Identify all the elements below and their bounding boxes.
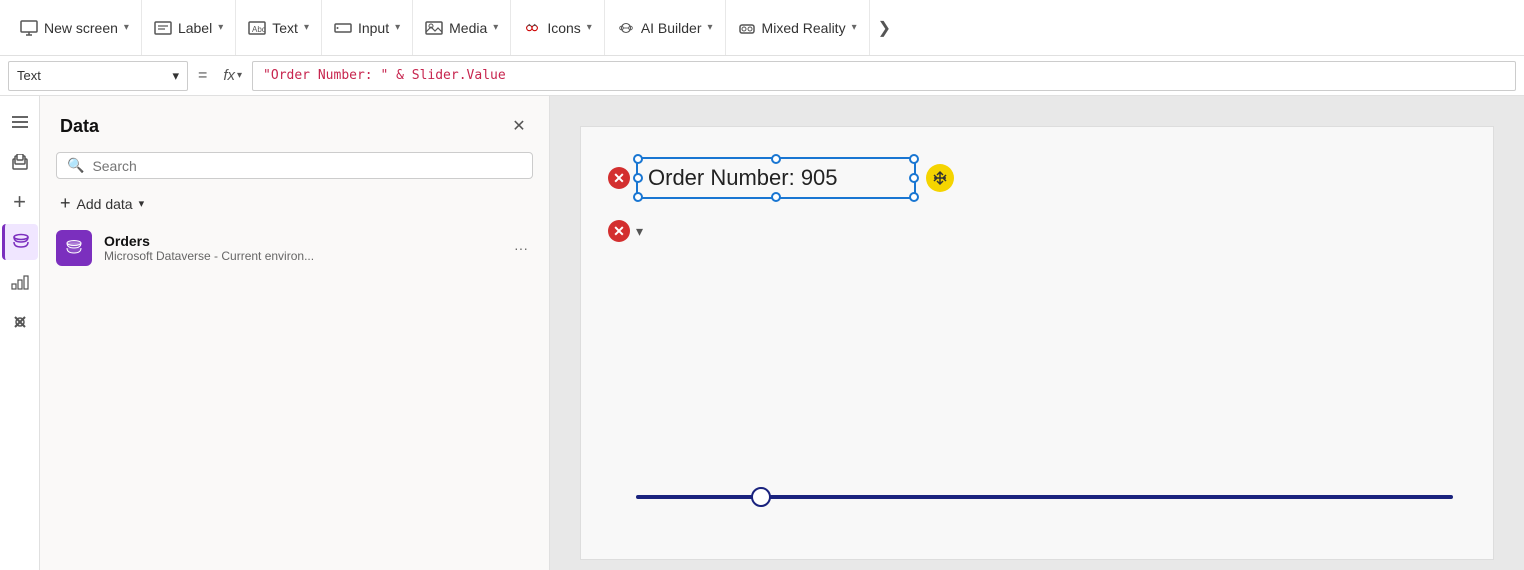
move-cursor-indicator[interactable] xyxy=(926,164,954,192)
mixed-reality-icon xyxy=(738,19,756,37)
property-value: Text xyxy=(17,68,41,83)
element-dropdown-arrow[interactable]: ▾ xyxy=(636,223,643,240)
input-caret: ▾ xyxy=(395,22,400,33)
data-panel-close-button[interactable]: ✕ xyxy=(505,112,533,140)
property-selector[interactable]: Text ▾ xyxy=(8,61,188,91)
mixed-reality-button[interactable]: Mixed Reality ▾ xyxy=(726,0,870,55)
search-icon: 🔍 xyxy=(67,157,84,174)
data-panel-header: Data ✕ xyxy=(40,96,549,148)
search-input[interactable] xyxy=(92,158,522,174)
tools-button[interactable] xyxy=(2,304,38,340)
input-label: Input xyxy=(358,20,389,36)
charts-button[interactable] xyxy=(2,264,38,300)
slider-track xyxy=(636,495,1453,499)
icons-button[interactable]: Icons ▾ xyxy=(511,0,605,55)
canvas-area: ✕ Order Number: 905 xyxy=(550,96,1524,570)
orders-info: Orders Microsoft Dataverse - Current env… xyxy=(104,233,497,263)
resize-handle-tc[interactable] xyxy=(771,154,781,164)
sidebar-icons: + xyxy=(0,96,40,570)
ai-builder-caret: ▾ xyxy=(708,22,713,33)
resize-handle-bc[interactable] xyxy=(771,192,781,202)
label-button[interactable]: Label ▾ xyxy=(142,0,236,55)
input-icon xyxy=(334,19,352,37)
overflow-icon: ❯ xyxy=(878,18,891,38)
data-panel-button[interactable] xyxy=(2,224,38,260)
text-caret: ▾ xyxy=(304,22,309,33)
canvas-background: ✕ Order Number: 905 xyxy=(580,126,1494,560)
search-box[interactable]: 🔍 xyxy=(56,152,533,179)
resize-handle-bl[interactable] xyxy=(633,192,643,202)
toolbar-overflow-button[interactable]: ❯ xyxy=(870,18,899,38)
text-icon: Abc xyxy=(248,19,266,37)
formula-bar: Text ▾ = fx ▾ xyxy=(0,56,1524,96)
media-icon xyxy=(425,19,443,37)
formula-input[interactable] xyxy=(252,61,1516,91)
screen-icon xyxy=(20,19,38,37)
label-label: Label xyxy=(178,20,212,36)
resize-handle-tr[interactable] xyxy=(909,154,919,164)
text-element[interactable]: Order Number: 905 xyxy=(636,157,916,199)
orders-data-source[interactable]: Orders Microsoft Dataverse - Current env… xyxy=(40,220,549,276)
media-label: Media xyxy=(449,20,487,36)
fx-icon: fx xyxy=(223,67,235,84)
error-badge-2[interactable]: ✕ xyxy=(608,220,630,242)
ai-builder-icon xyxy=(617,19,635,37)
data-panel-title: Data xyxy=(60,116,99,137)
resize-handle-ml[interactable] xyxy=(633,173,643,183)
canvas-text-value: Order Number: 905 xyxy=(648,165,838,190)
property-dropdown-icon: ▾ xyxy=(172,68,179,84)
label-caret: ▾ xyxy=(218,22,223,33)
new-screen-caret: ▾ xyxy=(124,22,129,33)
ai-builder-button[interactable]: AI Builder ▾ xyxy=(605,0,726,55)
orders-description: Microsoft Dataverse - Current environ... xyxy=(104,249,497,263)
new-screen-label: New screen xyxy=(44,20,118,36)
icons-toolbar-icon xyxy=(523,19,541,37)
icons-caret: ▾ xyxy=(587,22,592,33)
equals-sign: = xyxy=(192,67,213,85)
resize-handle-mr[interactable] xyxy=(909,173,919,183)
input-button[interactable]: Input ▾ xyxy=(322,0,413,55)
ai-builder-label: AI Builder xyxy=(641,20,702,36)
mixed-reality-caret: ▾ xyxy=(852,22,857,33)
slider-thumb[interactable] xyxy=(751,487,771,507)
add-data-button[interactable]: + Add data ▾ xyxy=(40,187,549,220)
text-label: Text xyxy=(272,20,298,36)
fx-caret: ▾ xyxy=(237,70,242,81)
add-data-label: Add data xyxy=(77,196,133,212)
label-icon xyxy=(154,19,172,37)
media-button[interactable]: Media ▾ xyxy=(413,0,511,55)
add-data-plus-icon: + xyxy=(60,193,71,214)
resize-handle-tl[interactable] xyxy=(633,154,643,164)
orders-name: Orders xyxy=(104,233,497,249)
add-button[interactable]: + xyxy=(2,184,38,220)
error-badge-1[interactable]: ✕ xyxy=(608,167,630,189)
main-area: + Data ✕ xyxy=(0,96,1524,570)
orders-data-source-icon xyxy=(56,230,92,266)
fx-button[interactable]: fx ▾ xyxy=(217,67,248,84)
hamburger-menu-button[interactable] xyxy=(2,104,38,140)
slider-element[interactable] xyxy=(636,495,1453,499)
text-button[interactable]: Abc Text ▾ xyxy=(236,0,322,55)
media-caret: ▾ xyxy=(493,22,498,33)
orders-more-button[interactable]: ··· xyxy=(509,236,533,260)
resize-handle-br[interactable] xyxy=(909,192,919,202)
data-panel: Data ✕ 🔍 + Add data ▾ Orders xyxy=(40,96,550,570)
icons-label: Icons xyxy=(547,20,580,36)
search-container: 🔍 xyxy=(56,152,533,179)
add-data-caret: ▾ xyxy=(139,197,145,210)
new-screen-button[interactable]: New screen ▾ xyxy=(8,0,142,55)
layers-button[interactable] xyxy=(2,144,38,180)
svg-text:Abc: Abc xyxy=(252,25,266,34)
toolbar: New screen ▾ Label ▾ Abc Text ▾ xyxy=(0,0,1524,56)
mixed-reality-label: Mixed Reality xyxy=(762,20,846,36)
